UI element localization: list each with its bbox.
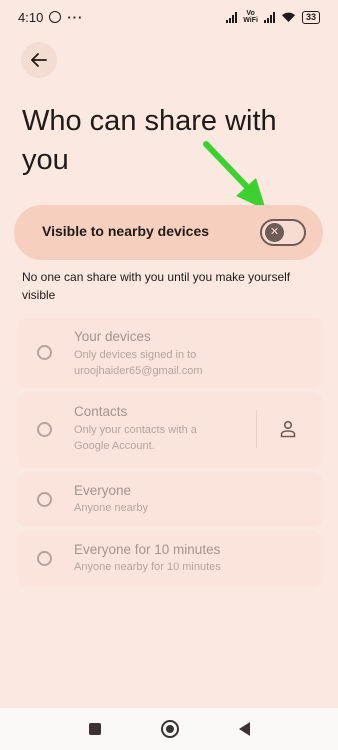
radio-contacts[interactable] — [37, 422, 52, 437]
options-list: Your devices Only devices signed in to u… — [18, 318, 322, 591]
option-everyone-10-min[interactable]: Everyone for 10 minutes Anyone nearby fo… — [18, 531, 322, 587]
radio-everyone-10-min[interactable] — [37, 551, 52, 566]
triangle-back-icon[interactable] — [238, 722, 250, 736]
close-icon: ✕ — [265, 223, 284, 242]
option-everyone[interactable]: Everyone Anyone nearby — [18, 472, 322, 527]
option-subtitle: Only your contacts with a Google Account… — [74, 424, 197, 452]
whatsapp-icon — [49, 11, 62, 23]
visibility-card[interactable]: Visible to nearby devices ✕ — [14, 205, 323, 260]
visibility-toggle[interactable]: ✕ — [260, 219, 306, 246]
vowifi-icon: Vo WiFi — [243, 10, 258, 24]
status-left: 4:10 ··· — [18, 10, 83, 25]
battery-indicator: 33 — [301, 10, 320, 24]
arrow-left-icon — [31, 53, 47, 67]
visibility-label: Visible to nearby devices — [42, 223, 210, 239]
signal-icon — [226, 11, 238, 23]
status-bar: 4:10 ··· Vo WiFi 33 — [0, 0, 338, 34]
square-icon[interactable] — [88, 723, 101, 735]
option-contacts[interactable]: Contacts Only your contacts with a Googl… — [18, 392, 322, 468]
status-right: Vo WiFi 33 — [226, 10, 320, 24]
radio-everyone[interactable] — [37, 492, 52, 507]
vo-label: Vo — [246, 10, 255, 17]
person-icon[interactable] — [280, 420, 296, 438]
status-time: 4:10 — [18, 9, 44, 25]
more-notifications-icon: ··· — [67, 9, 84, 25]
option-subtitle: Anyone nearby for 10 minutes — [74, 561, 221, 573]
radio-your-devices[interactable] — [37, 345, 52, 360]
option-title: Everyone for 10 minutes — [74, 542, 221, 557]
option-title: Contacts — [74, 404, 128, 419]
option-your-devices[interactable]: Your devices Only devices signed in to u… — [18, 318, 322, 388]
option-subtitle: Anyone nearby — [74, 502, 148, 514]
option-divider — [256, 410, 257, 448]
wifi-icon — [281, 12, 295, 22]
signal-icon-2 — [263, 11, 275, 23]
option-subtitle: Only devices signed in to uroojhaider65@… — [74, 349, 203, 377]
helper-text: No one can share with you until you make… — [22, 270, 291, 302]
navigation-bar — [0, 708, 338, 750]
circle-home-icon[interactable] — [160, 720, 179, 738]
back-button[interactable] — [21, 42, 57, 78]
option-title: Your devices — [74, 329, 151, 344]
wifi-label: WiFi — [243, 17, 258, 24]
option-title: Everyone — [74, 483, 132, 498]
